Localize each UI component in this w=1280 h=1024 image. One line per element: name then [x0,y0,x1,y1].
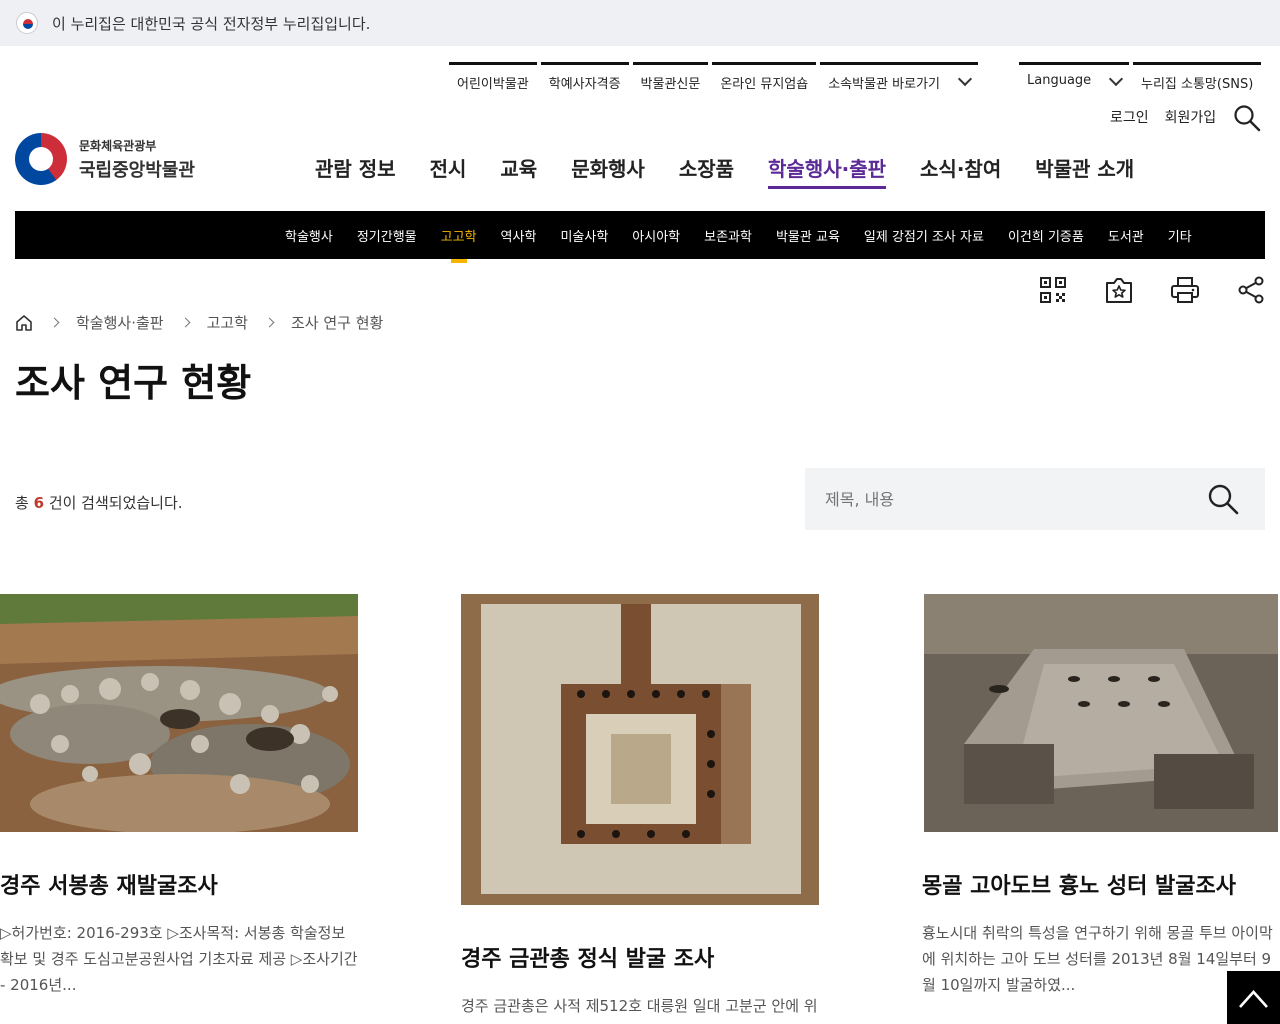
lnb-item-asian-studies[interactable]: 아시아학 [632,226,680,245]
chevron-down-icon [957,71,973,87]
card-title[interactable]: 몽골 고아도브 흉노 성터 발굴조사 [922,868,1280,900]
card-title[interactable]: 경주 금관총 정식 발굴 조사 [461,941,819,973]
lnb-item-history[interactable]: 역사학 [501,226,537,245]
util-link-newsletter[interactable]: 박물관신문 [632,62,709,100]
lnb-item-periodicals[interactable]: 정기간행물 [357,226,417,245]
card-description: 경주 금관총은 사적 제512호 대릉원 일대 고분군 안에 위치하며, 신라 … [461,997,818,1024]
excavation-photo-geumgwanchong[interactable] [461,594,819,905]
breadcrumb-item-current[interactable]: 조사 연구 현황 [291,312,383,333]
breadcrumb: 학술행사·출판 고고학 조사 연구 현황 [15,312,383,333]
util-link-kids-museum[interactable]: 어린이박물관 [449,62,537,100]
sns-link[interactable]: 누리집 소통망(SNS) [1133,62,1262,100]
lnb-item-art-history[interactable]: 미술사학 [560,226,608,245]
lnb-item-library[interactable]: 도서관 [1108,226,1144,245]
search-box [805,468,1265,530]
share-icon[interactable] [1236,275,1266,305]
breadcrumb-separator-icon [264,317,275,328]
search-input[interactable] [825,468,1205,530]
lnb-item-conservation[interactable]: 보존과학 [704,226,752,245]
gnb-item-visit[interactable]: 관람 정보 [315,153,396,189]
sub-nav: 학술행사 정기간행물 고고학 역사학 미술사학 아시아학 보존과학 박물관 교육… [15,211,1265,263]
research-card[interactable]: 몽골 고아도브 흉노 성터 발굴조사 흉노시대 취락의 특성을 연구하기 위해 … [922,594,1280,998]
language-dropdown[interactable]: Language [1019,62,1129,100]
logo-museum-name: 국립중앙박물관 [79,159,195,181]
result-count-number: 6 [33,494,45,512]
result-suffix: 건이 검색되었습니다. [48,494,183,512]
breadcrumb-separator-icon [49,317,60,328]
home-icon[interactable] [15,314,33,332]
print-icon[interactable] [1170,275,1200,305]
gnb-item-collection[interactable]: 소장품 [679,153,734,189]
gnb-item-events[interactable]: 문화행사 [571,153,645,189]
chevron-down-icon [1109,71,1124,87]
breadcrumb-separator-icon [180,317,191,328]
gnb-item-about[interactable]: 박물관 소개 [1035,153,1134,189]
search-button[interactable] [1207,483,1239,515]
favorite-icon[interactable] [1104,275,1134,305]
breadcrumb-item-academic[interactable]: 학술행사·출판 [76,312,164,333]
card-description: ▷허가번호: 2016-293호 ▷조사목적: 서봉총 학술정보 확보 및 경주… [0,924,358,994]
scroll-top-button[interactable] [1227,971,1280,1024]
lnb-item-academic-events[interactable]: 학술행사 [285,226,333,245]
language-label: Language [1027,73,1092,88]
gnb-item-exhibition[interactable]: 전시 [430,153,467,189]
signup-link[interactable]: 회원가입 [1165,107,1217,127]
breadcrumb-item-archaeology[interactable]: 고고학 [207,312,248,333]
lnb-item-leekunhee-donation[interactable]: 이건희 기증품 [1008,226,1084,245]
scroll-top-icon [1239,990,1268,1008]
lnb-item-colonial-survey[interactable]: 일제 강점기 조사 자료 [864,226,984,245]
excavation-photo-seobongchong[interactable] [0,594,358,834]
util-link-curator-cert[interactable]: 학예사자격증 [540,62,629,100]
util-affiliated-label: 소속박물관 바로가기 [828,77,940,92]
research-card[interactable]: 경주 서봉총 재발굴조사 ▷허가번호: 2016-293호 ▷조사목적: 서봉총… [0,594,358,998]
museum-logo[interactable]: 문화체육관광부 국립중앙박물관 [15,133,195,185]
utility-links: 어린이박물관 학예사자격증 박물관신문 온라인 뮤지엄숍 소속박물관 바로가기 [449,62,982,102]
lnb-item-museum-education[interactable]: 박물관 교육 [776,226,840,245]
util-link-museum-shop[interactable]: 온라인 뮤지엄숍 [712,62,817,100]
research-card[interactable]: 경주 금관총 정식 발굴 조사 경주 금관총은 사적 제512호 대릉원 일대 … [461,594,819,1024]
main-nav: 관람 정보 전시 교육 문화행사 소장품 학술행사·출판 소식·참여 박물관 소… [315,153,1134,189]
page-tools [1038,275,1266,305]
search-icon[interactable] [1233,104,1261,132]
search-icon [1208,484,1239,515]
result-prefix: 총 [15,494,29,512]
korea-flag-icon [16,12,38,34]
auth-links: 로그인 회원가입 [1110,107,1216,127]
excavation-photo-mongolia[interactable] [922,594,1280,832]
gnb-item-academic[interactable]: 학술행사·출판 [768,153,887,189]
card-title[interactable]: 경주 서봉총 재발굴조사 [0,868,358,900]
logo-ministry: 문화체육관광부 [79,138,157,153]
lnb-item-archaeology[interactable]: 고고학 [441,226,477,263]
gnb-item-education[interactable]: 교육 [500,153,537,189]
qr-icon[interactable] [1038,275,1068,305]
utility-links-right: Language 누리집 소통망(SNS) [1019,62,1265,102]
util-affiliated-museums-dropdown[interactable]: 소속박물관 바로가기 [820,62,978,100]
gnb-item-news[interactable]: 소식·참여 [920,153,1001,189]
page-title: 조사 연구 현황 [15,361,252,405]
taegeuk-logo-icon [15,133,67,185]
result-count: 총 6 건이 검색되었습니다. [15,492,183,513]
gov-banner-text: 이 누리집은 대한민국 공식 전자정부 누리집입니다. [52,14,371,33]
lnb-item-etc[interactable]: 기타 [1168,226,1192,245]
login-link[interactable]: 로그인 [1110,107,1149,127]
gov-banner: 이 누리집은 대한민국 공식 전자정부 누리집입니다. [0,0,1280,46]
